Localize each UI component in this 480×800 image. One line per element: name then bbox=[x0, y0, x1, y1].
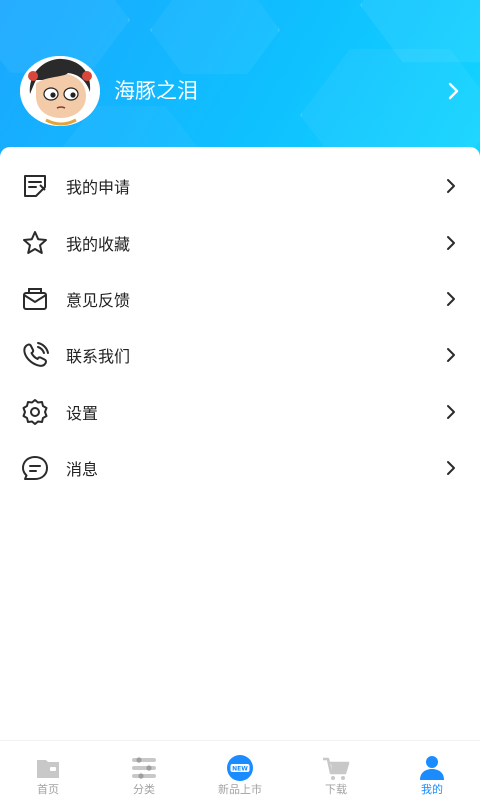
svg-text:NEW: NEW bbox=[232, 765, 248, 772]
user-icon bbox=[420, 756, 444, 780]
menu-list: 我的申请 我的收藏 意见反馈 联系我们 设置 消息 bbox=[0, 158, 480, 496]
chevron-right-icon bbox=[447, 348, 455, 363]
nav-item-home[interactable]: 首页 bbox=[0, 741, 96, 800]
menu-item-settings[interactable]: 设置 bbox=[0, 384, 480, 440]
menu-item-label: 我的收藏 bbox=[66, 234, 131, 254]
profile-page: 海豚之泪 我的申请 我的收藏 意见反馈 联系我们 设置 消息 首页 分类 NEW… bbox=[0, 0, 480, 800]
bottom-nav: 首页 分类 NEW 新品上市 下载 我的 bbox=[0, 740, 480, 800]
home-icon bbox=[37, 760, 59, 778]
message-bubble-icon bbox=[22, 456, 48, 481]
nav-item-new-arrivals[interactable]: NEW 新品上市 bbox=[192, 741, 288, 800]
nav-label: 首页 bbox=[37, 783, 59, 796]
chevron-right-icon[interactable] bbox=[442, 80, 464, 102]
avatar[interactable] bbox=[20, 56, 100, 126]
cart-icon bbox=[323, 757, 350, 780]
nav-label: 分类 bbox=[133, 783, 155, 796]
new-badge-icon: NEW bbox=[227, 755, 253, 781]
menu-card: 我的申请 我的收藏 意见反馈 联系我们 设置 消息 bbox=[0, 147, 480, 800]
nav-item-download[interactable]: 下载 bbox=[288, 741, 384, 800]
edit-note-icon bbox=[24, 175, 46, 198]
nav-label: 新品上市 bbox=[218, 783, 262, 796]
phone-icon bbox=[23, 342, 49, 368]
menu-item-label: 联系我们 bbox=[66, 347, 131, 367]
header-decoration bbox=[150, 0, 280, 74]
nav-label: 下载 bbox=[325, 783, 347, 796]
gear-icon bbox=[22, 398, 48, 425]
chevron-right-icon bbox=[447, 461, 455, 476]
username[interactable]: 海豚之泪 bbox=[114, 76, 198, 106]
menu-item-contact-us[interactable]: 联系我们 bbox=[0, 327, 480, 383]
chevron-right-icon bbox=[447, 291, 455, 306]
menu-item-label: 消息 bbox=[66, 460, 99, 480]
category-icon bbox=[132, 757, 156, 779]
nav-item-category[interactable]: 分类 bbox=[96, 741, 192, 800]
menu-item-favorites[interactable]: 我的收藏 bbox=[0, 214, 480, 270]
menu-item-messages[interactable]: 消息 bbox=[0, 440, 480, 496]
chevron-right-icon bbox=[447, 179, 455, 194]
star-icon bbox=[23, 230, 47, 254]
menu-item-label: 意见反馈 bbox=[66, 290, 131, 310]
chevron-right-icon bbox=[447, 235, 455, 250]
feedback-envelope-icon bbox=[23, 287, 47, 310]
menu-item-feedback[interactable]: 意见反馈 bbox=[0, 271, 480, 327]
nav-item-mine[interactable]: 我的 bbox=[384, 741, 480, 800]
chevron-right-icon bbox=[447, 404, 455, 419]
menu-item-label: 我的申请 bbox=[66, 178, 131, 198]
menu-item-label: 设置 bbox=[66, 403, 99, 423]
menu-item-my-applications[interactable]: 我的申请 bbox=[0, 158, 480, 214]
nav-label: 我的 bbox=[421, 783, 443, 796]
